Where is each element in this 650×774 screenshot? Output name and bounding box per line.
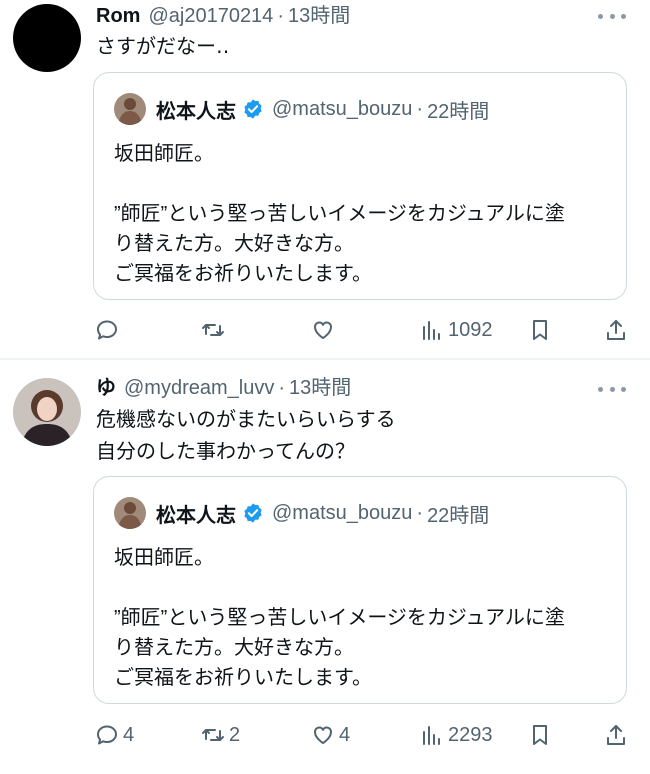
like-button[interactable]: 4: [311, 720, 350, 750]
views-icon: [423, 321, 440, 340]
handle[interactable]: @mydream_luvv: [124, 376, 274, 400]
separator: ·: [416, 501, 424, 524]
display-name[interactable]: Rom: [96, 4, 140, 28]
handle[interactable]: @aj20170214: [148, 4, 273, 28]
reply-icon: [97, 320, 117, 340]
views-count: 1092: [448, 318, 493, 341]
share-button[interactable]: [604, 720, 628, 750]
like-icon: [314, 726, 332, 744]
action-bar: 4 2 4 2293: [0, 720, 650, 750]
bookmark-button[interactable]: [528, 720, 552, 750]
more-dots-icon[interactable]: [598, 384, 626, 394]
separator: ·: [278, 377, 286, 399]
like-count: 4: [339, 723, 351, 746]
views-button[interactable]: 1092: [420, 315, 493, 345]
reply-button[interactable]: [95, 315, 123, 345]
like-button[interactable]: [311, 315, 339, 345]
share-icon: [607, 725, 625, 745]
bookmark-icon: [533, 725, 547, 745]
avatar[interactable]: [13, 4, 81, 72]
quote-display-name[interactable]: 松本人志: [156, 95, 236, 124]
action-bar: 1092: [0, 315, 650, 345]
tweet[interactable]: Rom @aj20170214 · 13時間 さすがだなー‥ 松本人志 @mat…: [0, 0, 650, 358]
quote-handle[interactable]: @matsu_bouzu: [272, 502, 412, 525]
bookmark-icon: [533, 320, 547, 340]
avatar[interactable]: [13, 378, 81, 446]
retweet-icon: [202, 324, 224, 336]
share-button[interactable]: [604, 315, 628, 345]
timestamp[interactable]: 13時間: [288, 4, 350, 28]
views-button[interactable]: 2293: [420, 720, 493, 750]
bookmark-button[interactable]: [528, 315, 552, 345]
quote-text: 坂田師匠。 ”師匠”という堅っ苦しいイメージをカジュアルに塗 り替えた方。大好き…: [114, 143, 565, 285]
retweet-button[interactable]: [201, 315, 229, 345]
quote-display-name[interactable]: 松本人志: [156, 499, 236, 528]
separator: ·: [416, 97, 424, 120]
tweet[interactable]: ゆ @mydream_luvv · 13時間 危機感ないのがまたいらいらする 自…: [0, 360, 650, 774]
display-name[interactable]: ゆ: [96, 376, 116, 400]
retweet-count: 2: [229, 723, 241, 746]
separator: ·: [277, 5, 284, 27]
verified-badge-icon: [244, 503, 262, 523]
share-icon: [607, 320, 625, 340]
retweet-icon: [202, 729, 224, 741]
tweet-text: 危機感ないのがまたいらいらする 自分のした事わかってんの？: [96, 409, 396, 463]
quote-avatar[interactable]: [114, 497, 146, 529]
retweet-button[interactable]: 2: [201, 720, 240, 750]
views-icon: [423, 726, 440, 745]
quoted-tweet[interactable]: 松本人志 @matsu_bouzu · 22時間 坂田師匠。 ”師匠”という堅っ…: [93, 72, 627, 300]
views-count: 2293: [448, 723, 493, 746]
quote-timestamp[interactable]: 22時間: [427, 95, 489, 124]
timestamp[interactable]: 13時間: [289, 376, 351, 400]
quote-handle[interactable]: @matsu_bouzu: [272, 98, 412, 121]
more-dots-icon[interactable]: [598, 11, 626, 21]
quote-timestamp[interactable]: 22時間: [427, 499, 489, 528]
verified-badge-icon: [244, 99, 262, 119]
reply-icon: [97, 725, 117, 745]
tweet-text: さすがだなー‥: [96, 36, 230, 58]
reply-button[interactable]: 4: [95, 720, 134, 750]
quoted-tweet[interactable]: 松本人志 @matsu_bouzu · 22時間 坂田師匠。 ”師匠”という堅っ…: [93, 476, 627, 704]
quote-avatar[interactable]: [114, 93, 146, 125]
like-icon: [314, 321, 332, 339]
quote-text: 坂田師匠。 ”師匠”という堅っ苦しいイメージをカジュアルに塗 り替えた方。大好き…: [114, 547, 565, 689]
reply-count: 4: [123, 723, 135, 746]
